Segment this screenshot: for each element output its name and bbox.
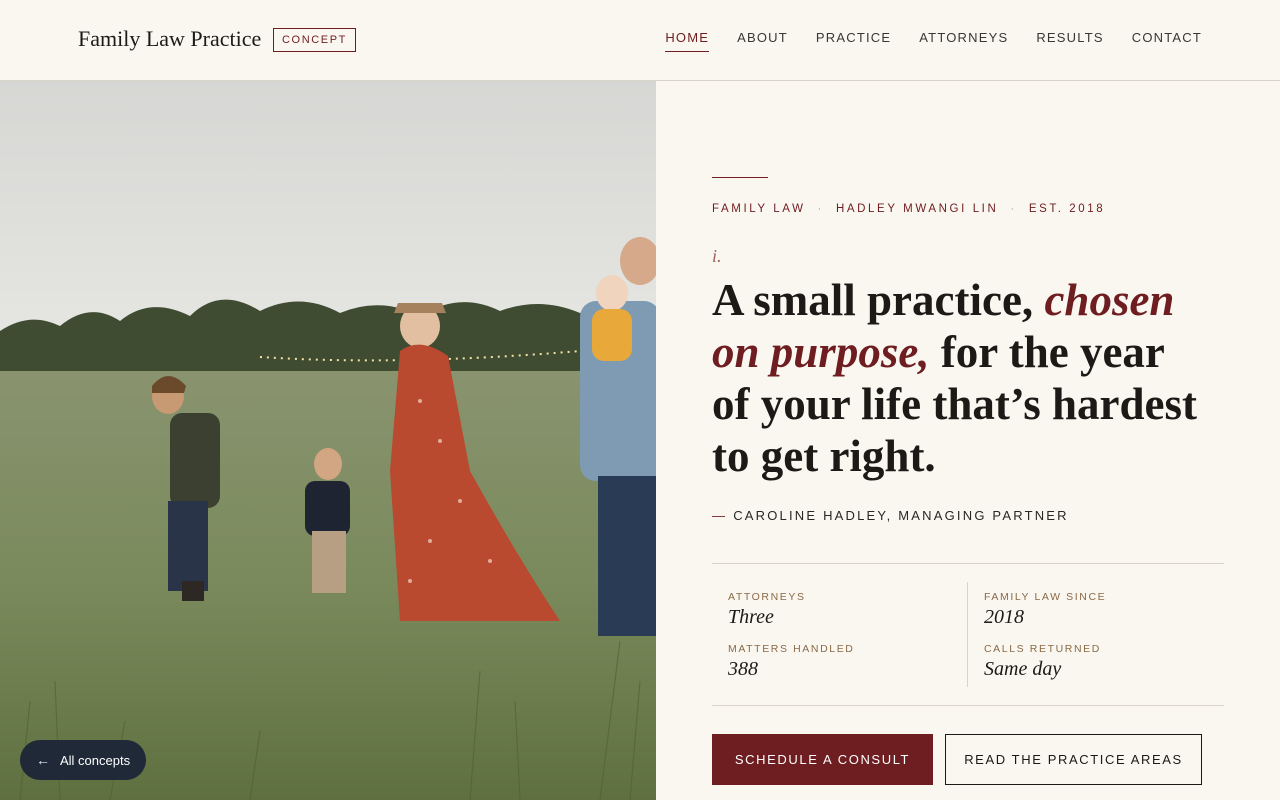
concept-badge: CONCEPT	[273, 28, 356, 52]
arrow-left-icon: ←	[36, 752, 50, 768]
stat-value: 2018	[984, 606, 1024, 628]
eyebrow-firm: HADLEY MWANGI LIN	[835, 203, 999, 215]
attribution-text: CAROLINE HADLEY, MANAGING PARTNER	[733, 508, 1069, 523]
headline-part-1: A small practice,	[712, 275, 1045, 325]
stat-value: Three	[728, 606, 774, 628]
eyebrow-separator: ·	[817, 203, 824, 215]
quote-attribution: — CAROLINE HADLEY, MANAGING PARTNER	[712, 508, 1069, 523]
nav-results[interactable]: RESULTS	[1036, 30, 1103, 52]
stat-calls: CALLS RETURNED Same day	[984, 643, 1101, 681]
stat-value: Same day	[984, 658, 1062, 680]
eyebrow-practice: FAMILY LAW	[712, 203, 806, 215]
attribution-dash: —	[712, 508, 728, 523]
all-concepts-label: All concepts	[60, 752, 131, 768]
section-numeral: i.	[712, 246, 722, 266]
nav-practice[interactable]: PRACTICE	[816, 30, 891, 52]
brand-name[interactable]: Family Law Practice	[78, 26, 261, 52]
site-header: Family Law Practice CONCEPT HOME ABOUT P…	[0, 0, 1280, 81]
family-photo-illustration	[0, 81, 656, 800]
all-concepts-button[interactable]: ← All concepts	[20, 740, 147, 780]
stat-attorneys: ATTORNEYS Three	[728, 591, 806, 629]
eyebrow-separator: ·	[1010, 203, 1017, 215]
hero-headline: A small practice, chosen on purpose, for…	[712, 274, 1212, 482]
stat-value: 388	[728, 658, 758, 680]
practice-areas-button[interactable]: READ THE PRACTICE AREAS	[945, 734, 1202, 785]
hero-family-photo	[0, 81, 656, 800]
main-nav: HOME ABOUT PRACTICE ATTORNEYS RESULTS CO…	[665, 30, 1202, 52]
nav-about[interactable]: ABOUT	[737, 30, 788, 52]
stat-label: MATTERS HANDLED	[728, 643, 855, 655]
nav-attorneys[interactable]: ATTORNEYS	[919, 30, 1008, 52]
stats-divider	[967, 582, 968, 687]
hero-eyebrow: FAMILY LAW · HADLEY MWANGI LIN · EST. 20…	[712, 203, 1105, 215]
accent-rule	[712, 177, 768, 178]
stat-label: FAMILY LAW SINCE	[984, 591, 1107, 603]
eyebrow-established: EST. 2018	[1028, 203, 1106, 215]
nav-contact[interactable]: CONTACT	[1132, 30, 1202, 52]
stat-matters: MATTERS HANDLED 388	[728, 643, 854, 681]
stat-label: CALLS RETURNED	[984, 643, 1101, 655]
firm-stats: ATTORNEYS Three MATTERS HANDLED 388 FAMI…	[712, 563, 1224, 706]
stat-label: ATTORNEYS	[728, 591, 806, 603]
schedule-consult-button[interactable]: SCHEDULE A CONSULT	[712, 734, 933, 785]
nav-home[interactable]: HOME	[665, 30, 710, 52]
stat-since: FAMILY LAW SINCE 2018	[984, 591, 1106, 629]
